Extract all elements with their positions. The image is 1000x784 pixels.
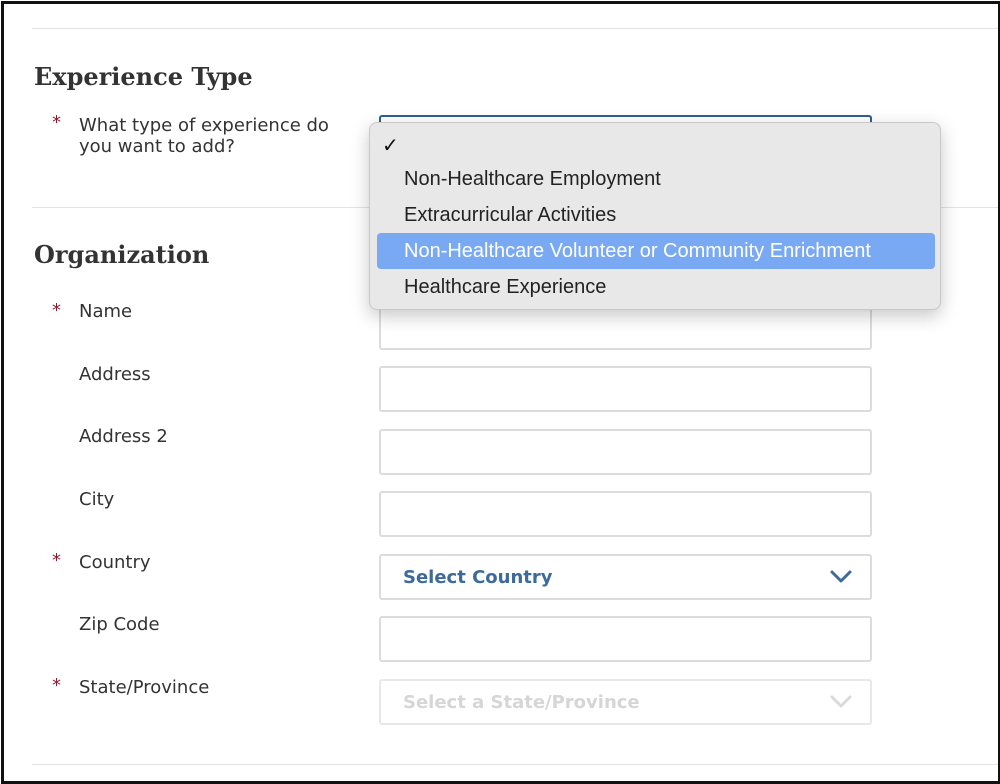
chevron-down-icon	[830, 570, 852, 583]
address-label: Address	[79, 364, 151, 385]
country-select-value: Select Country	[403, 567, 553, 588]
country-label: Country	[79, 552, 151, 573]
dropdown-option-non-healthcare-employment[interactable]: Non-Healthcare Employment	[377, 161, 935, 197]
address-input[interactable]	[379, 366, 872, 412]
zip-input[interactable]	[379, 616, 872, 662]
state-select-value: Select a State/Province	[403, 692, 640, 713]
organization-heading: Organization	[34, 240, 210, 269]
zip-label: Zip Code	[79, 614, 160, 635]
name-label: Name	[79, 301, 133, 322]
state-label: State/Province	[79, 677, 210, 698]
required-marker: *	[52, 675, 61, 696]
form-panel: Experience Type * What type of experienc…	[1, 1, 1000, 784]
dropdown-option-extracurricular-activities[interactable]: Extracurricular Activities	[377, 197, 935, 233]
required-marker: *	[52, 550, 61, 571]
chevron-down-icon	[830, 695, 852, 708]
dropdown-option-non-healthcare-volunteer[interactable]: Non-Healthcare Volunteer or Community En…	[377, 233, 935, 269]
required-marker: *	[52, 300, 61, 321]
required-marker: *	[52, 112, 61, 133]
country-select[interactable]: Select Country	[379, 554, 872, 600]
experience-type-question: What type of experience do you want to a…	[79, 115, 329, 157]
address2-label: Address 2	[79, 426, 168, 447]
city-label: City	[79, 489, 115, 510]
divider	[32, 28, 998, 29]
city-input[interactable]	[379, 491, 872, 537]
checkmark-icon: ✓	[382, 135, 399, 157]
name-input[interactable]	[379, 304, 872, 350]
dropdown-option-healthcare-experience[interactable]: Healthcare Experience	[377, 269, 935, 305]
address2-input[interactable]	[379, 429, 872, 475]
experience-type-dropdown-menu: ✓ Non-Healthcare Employment Extracurricu…	[369, 122, 941, 310]
divider	[32, 764, 998, 765]
experience-type-heading: Experience Type	[34, 62, 253, 91]
state-select: Select a State/Province	[379, 679, 872, 725]
